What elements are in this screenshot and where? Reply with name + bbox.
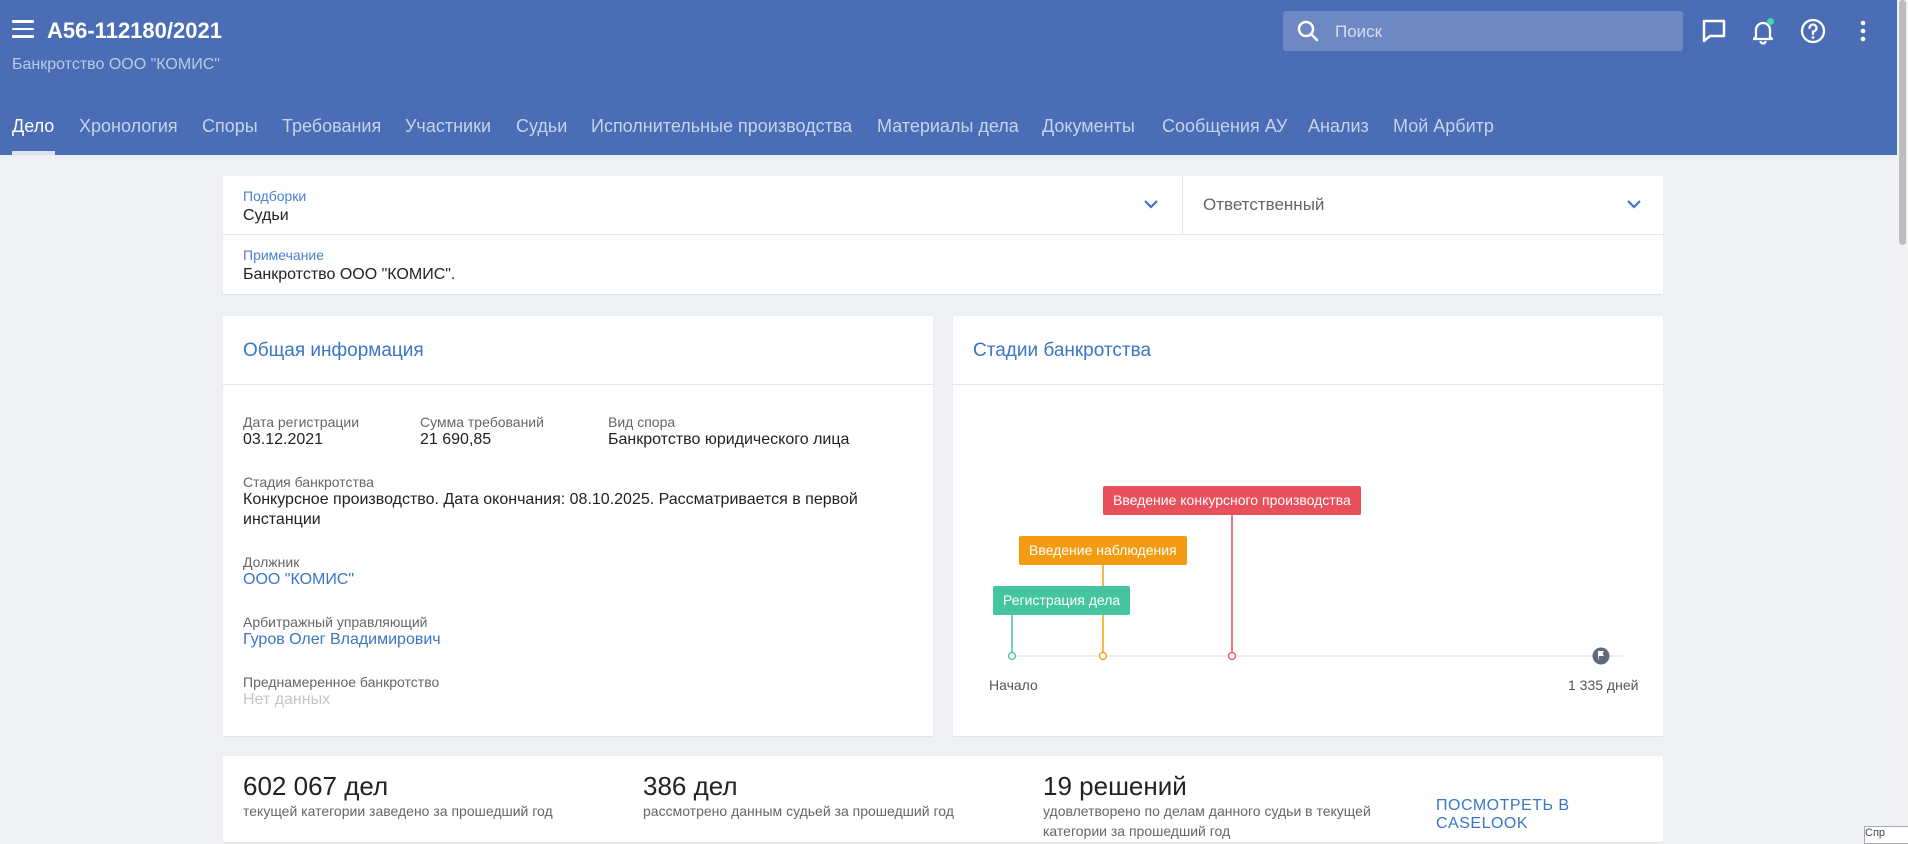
stat-decisions-desc: удовлетворено по делам данного судьи в т…	[1043, 803, 1371, 839]
tab-documents[interactable]: Документы	[1042, 116, 1135, 137]
debtor-link[interactable]: ООО "КОМИС"	[243, 571, 354, 589]
search-box[interactable]	[1283, 11, 1683, 53]
more-options-icon[interactable]	[1848, 16, 1878, 46]
stage-point-competitive	[1227, 651, 1237, 661]
stage-label: Стадия банкротства	[243, 474, 374, 490]
tab-case-materials[interactable]: Материалы дела	[877, 116, 1019, 137]
tab-analysis[interactable]: Анализ	[1308, 116, 1369, 137]
stage-tag-competitive[interactable]: Введение конкурсного производства	[1103, 486, 1361, 515]
manager-link[interactable]: Гуров Олег Владимирович	[243, 631, 441, 649]
dispute-value: Банкротство юридического лица	[608, 431, 850, 448]
note-value: Банкротство ООО "КОМИС".	[243, 266, 456, 283]
debtor-label: Должник	[243, 554, 300, 570]
claims-value: 21 690,85	[420, 431, 492, 448]
collection-value: Судьи	[243, 207, 289, 224]
reg-date-label: Дата регистрации	[243, 414, 360, 430]
stage-point-registration	[1007, 651, 1017, 661]
active-tab-indicator	[12, 151, 55, 155]
tab-au-messages[interactable]: Сообщения АУ	[1162, 116, 1287, 137]
tab-judges[interactable]: Судьи	[516, 116, 567, 137]
stage-tag-observation[interactable]: Введение наблюдения	[1019, 536, 1187, 565]
stat-decisions: 19 решений	[1043, 771, 1187, 801]
manager-label: Арбитражный управляющий	[243, 614, 428, 630]
chevron-down-icon	[1144, 200, 1158, 209]
stats-card: 602 067 дел текущей категории заведено з…	[223, 756, 1663, 842]
stage-point-observation	[1098, 651, 1108, 661]
responsible-placeholder: Ответственный	[1203, 195, 1325, 214]
deliberate-label: Преднамеренное банкротство	[243, 674, 440, 690]
deliberate-value: Нет данных	[243, 691, 331, 708]
tab-chronology[interactable]: Хронология	[79, 116, 178, 137]
case-number: А56-112180/2021	[47, 18, 222, 43]
chat-icon[interactable]	[1699, 16, 1729, 46]
collection-label: Подборки	[243, 188, 307, 204]
stat-cases-reviewed-desc: рассмотрено данным судьей за прошедший г…	[643, 803, 954, 819]
filter-card: Подборки Судьи Ответственный Примечание …	[223, 176, 1663, 294]
menu-icon[interactable]	[12, 20, 34, 40]
tab-claims[interactable]: Требования	[282, 116, 381, 137]
tab-my-arbitr[interactable]: Мой Арбитр	[1393, 116, 1494, 137]
divider	[223, 384, 933, 385]
general-info-card: Общая информация Дата регистрации 03.12.…	[223, 316, 933, 736]
page-scrollbar[interactable]	[1897, 0, 1908, 842]
note-label: Примечание	[243, 247, 325, 263]
claims-label: Сумма требований	[420, 414, 544, 430]
app-header: А56-112180/2021 Банкротство ООО "КОМИС" …	[0, 0, 1897, 155]
chevron-down-icon	[1627, 200, 1641, 209]
timeline-start-label: Начало	[989, 677, 1038, 693]
notifications-icon[interactable]	[1748, 16, 1778, 46]
flag-icon	[1592, 647, 1610, 665]
timeline-end-label: 1 335 дней	[1568, 677, 1639, 693]
general-info-title: Общая информация	[243, 340, 424, 361]
case-subtitle: Банкротство ООО "КОМИС"	[12, 56, 220, 73]
view-in-caselook-link[interactable]: ПОСМОТРЕТЬ В CASELOOK	[1436, 797, 1663, 833]
collection-select[interactable]: Подборки Судьи	[223, 176, 1182, 234]
stat-cases-reviewed: 386 дел	[643, 771, 738, 801]
tab-participants[interactable]: Участники	[405, 116, 491, 137]
tab-disputes[interactable]: Споры	[202, 116, 258, 137]
tab-enforcement[interactable]: Исполнительные производства	[591, 116, 852, 137]
tab-delo[interactable]: Дело	[12, 116, 54, 137]
help-corner-button[interactable]: Спр	[1864, 826, 1908, 844]
note-field[interactable]: Примечание Банкротство ООО "КОМИС".	[223, 235, 1663, 294]
notification-dot	[1767, 18, 1774, 25]
search-input[interactable]	[1333, 11, 1677, 53]
stat-cases-filed: 602 067 дел	[243, 771, 389, 801]
help-icon[interactable]	[1798, 16, 1828, 46]
stage-value: Конкурсное производство. Дата окончания:…	[243, 491, 858, 528]
reg-date-value: 03.12.2021	[243, 431, 324, 448]
stages-card: Стадии банкротства Регистрация дела Введ…	[953, 316, 1663, 736]
scrollbar-thumb[interactable]	[1899, 0, 1906, 245]
search-icon	[1297, 20, 1319, 42]
stat-cases-filed-desc: текущей категории заведено за прошедший …	[243, 803, 553, 819]
responsible-select[interactable]: Ответственный	[1183, 176, 1663, 234]
dispute-label: Вид спора	[608, 414, 676, 430]
stage-tag-registration[interactable]: Регистрация дела	[993, 586, 1131, 615]
stages-timeline	[1007, 515, 1623, 665]
